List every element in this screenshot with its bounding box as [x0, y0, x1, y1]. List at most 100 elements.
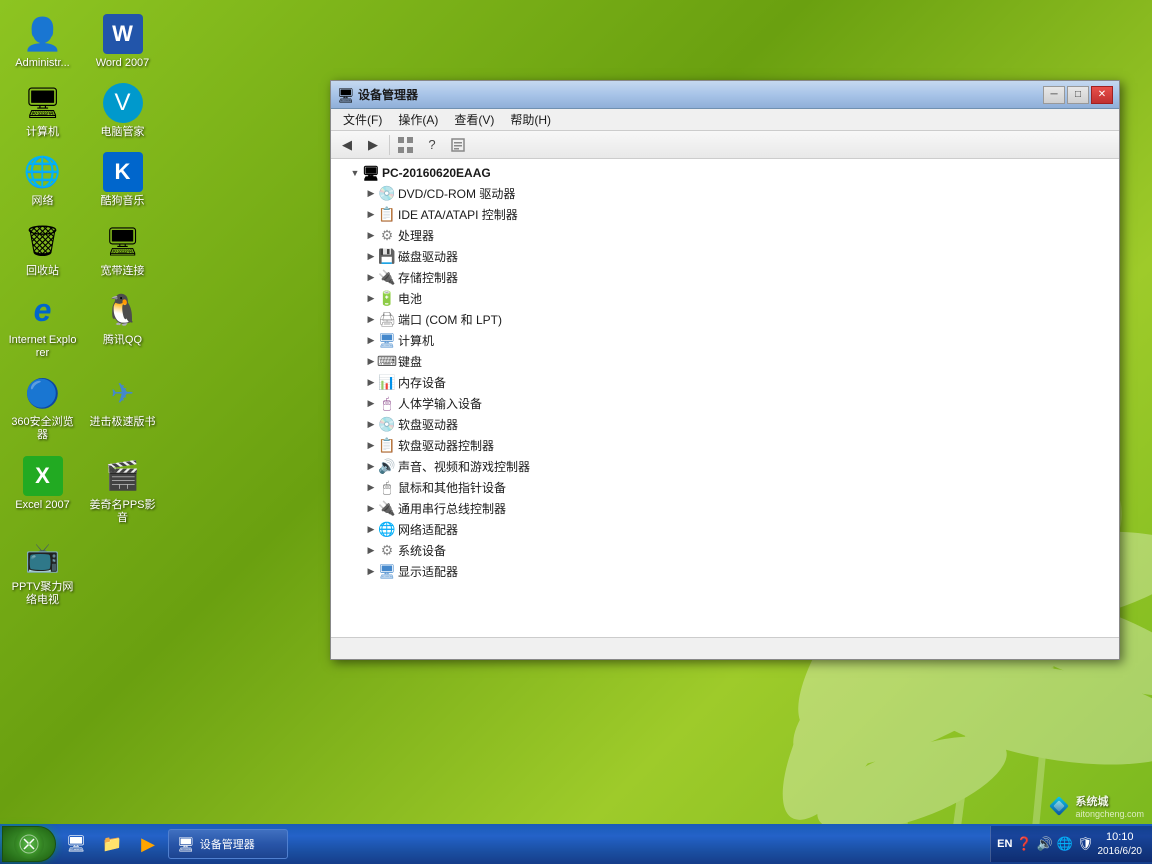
ie-label: Internet Explorer — [7, 334, 78, 360]
recycle-icon: 🗑 — [23, 222, 63, 262]
icon-ie[interactable]: e Internet Explorer — [5, 287, 80, 364]
qqmusic-icon: K — [103, 152, 143, 192]
tree-item-network[interactable]: ▶ 🌐 网络适配器 — [331, 519, 1119, 540]
network-expander[interactable]: ▶ — [363, 522, 379, 538]
tree-item-port[interactable]: ▶ 🖨 端口 (COM 和 LPT) — [331, 309, 1119, 330]
menu-help[interactable]: 帮助(H) — [502, 109, 559, 130]
qqmusic-label: 酷狗音乐 — [101, 195, 145, 208]
icon-pps[interactable]: 🎬 姜奇名PPS影音 — [85, 452, 160, 529]
tree-view-icon — [398, 137, 414, 153]
pc-label: 计算机 — [398, 332, 434, 349]
tray-lang[interactable]: EN — [997, 838, 1012, 850]
tray-network-status[interactable]: 🌐 — [1057, 836, 1073, 852]
icon-pptv[interactable]: 📺 PPTV聚力网络电视 — [5, 534, 80, 611]
icon-broadband[interactable]: 🖥 宽带连接 — [85, 218, 160, 282]
close-button[interactable]: ✕ — [1091, 86, 1113, 104]
jjbooks-icon: ✈ — [103, 373, 143, 413]
tree-item-storage[interactable]: ▶ 🔌 存储控制器 — [331, 267, 1119, 288]
icon-administrator[interactable]: 👤 Administr... — [5, 10, 80, 74]
taskbar-app-devmgr[interactable]: 🖥 设备管理器 — [168, 829, 288, 859]
watermark-brand: 系统城 — [1075, 793, 1144, 809]
tree-item-cpu[interactable]: ▶ ⚙ 处理器 — [331, 225, 1119, 246]
back-button[interactable]: ◀ — [335, 134, 359, 156]
tray-security[interactable]: 🛡 — [1077, 836, 1094, 852]
icon-computer[interactable]: 🖥 计算机 — [5, 79, 80, 143]
maximize-button[interactable]: □ — [1067, 86, 1089, 104]
taskbar-explorer[interactable]: 📁 — [96, 828, 128, 860]
tree-item-pc[interactable]: ▶ 🖥 计算机 — [331, 330, 1119, 351]
floppy-expander[interactable]: ▶ — [363, 417, 379, 433]
network-adapter-icon: 🌐 — [379, 522, 395, 538]
pc-expander[interactable]: ▶ — [363, 333, 379, 349]
tree-item-dvd[interactable]: ▶ 💿 DVD/CD-ROM 驱动器 — [331, 183, 1119, 204]
window-title: 设备管理器 — [358, 86, 1043, 103]
menu-view[interactable]: 查看(V) — [446, 109, 502, 130]
pptv-label: PPTV聚力网络电视 — [7, 581, 78, 607]
icon-diannaoguan[interactable]: V 电脑管家 — [85, 79, 160, 143]
menu-file[interactable]: 文件(F) — [335, 109, 390, 130]
properties-button[interactable] — [446, 134, 470, 156]
disk-expander[interactable]: ▶ — [363, 249, 379, 265]
port-expander[interactable]: ▶ — [363, 312, 379, 328]
icon-360[interactable]: 🔵 360安全浏览器 — [5, 369, 80, 446]
display-expander[interactable]: ▶ — [363, 564, 379, 580]
tree-item-usb[interactable]: ▶ 🔌 通用串行总线控制器 — [331, 498, 1119, 519]
cpu-expander[interactable]: ▶ — [363, 228, 379, 244]
tree-item-ide[interactable]: ▶ 📋 IDE ATA/ATAPI 控制器 — [331, 204, 1119, 225]
forward-button[interactable]: ▶ — [361, 134, 385, 156]
network-icon: 🌐 — [23, 152, 63, 192]
tray-volume[interactable]: 🔊 — [1037, 836, 1053, 852]
tree-item-memory[interactable]: ▶ 📊 内存设备 — [331, 372, 1119, 393]
network-adapter-label: 网络适配器 — [398, 521, 458, 538]
icon-jjbooks[interactable]: ✈ 进击极速版书 — [85, 369, 160, 446]
tree-item-display[interactable]: ▶ 🖥 显示适配器 — [331, 561, 1119, 582]
desktop: 👤 Administr... W Word 2007 🖥 计算机 V 电脑管家 … — [0, 0, 1152, 864]
tree-item-floppy[interactable]: ▶ 💿 软盘驱动器 — [331, 414, 1119, 435]
icon-excel2007[interactable]: X Excel 2007 — [5, 452, 80, 529]
tray-help[interactable]: ❓ — [1016, 836, 1032, 852]
port-icon: 🖨 — [379, 312, 395, 328]
tree-root-item[interactable]: ▼ 🖥 PC-20160620EAAG — [331, 163, 1119, 183]
tree-item-system[interactable]: ▶ ⚙ 系统设备 — [331, 540, 1119, 561]
taskbar-media[interactable]: ▶ — [132, 828, 164, 860]
mouse-expander[interactable]: ▶ — [363, 480, 379, 496]
menu-action[interactable]: 操作(A) — [390, 109, 446, 130]
tree-item-floppy-ctrl[interactable]: ▶ 📋 软盘驱动器控制器 — [331, 435, 1119, 456]
icon-qq[interactable]: 🐧 腾讯QQ — [85, 287, 160, 364]
icon-network[interactable]: 🌐 网络 — [5, 148, 80, 212]
taskbar-show-desktop[interactable]: 🖥 — [60, 828, 92, 860]
tree-item-mouse[interactable]: ▶ 🖱 鼠标和其他指针设备 — [331, 477, 1119, 498]
tree-item-hid[interactable]: ▶ 🖱 人体学输入设备 — [331, 393, 1119, 414]
device-tree[interactable]: ▼ 🖥 PC-20160620EAAG ▶ 💿 DVD/CD-ROM 驱动器 ▶ — [331, 159, 1119, 637]
usb-expander[interactable]: ▶ — [363, 501, 379, 517]
start-button[interactable] — [2, 826, 56, 862]
floppy-ctrl-expander[interactable]: ▶ — [363, 438, 379, 454]
taskbar-app-label: 设备管理器 — [200, 836, 255, 852]
icon-row-8: 📺 PPTV聚力网络电视 — [5, 534, 160, 611]
tree-item-battery[interactable]: ▶ 🔋 电池 — [331, 288, 1119, 309]
icon-row-1: 👤 Administr... W Word 2007 — [5, 10, 160, 74]
sound-expander[interactable]: ▶ — [363, 459, 379, 475]
tree-view-button[interactable] — [394, 134, 418, 156]
battery-expander[interactable]: ▶ — [363, 291, 379, 307]
memory-expander[interactable]: ▶ — [363, 375, 379, 391]
windows-logo — [19, 834, 39, 854]
root-expander[interactable]: ▼ — [347, 165, 363, 181]
tree-item-keyboard[interactable]: ▶ ⌨ 键盘 — [331, 351, 1119, 372]
icon-recycle[interactable]: 🗑 回收站 — [5, 218, 80, 282]
root-label: PC-20160620EAAG — [382, 166, 491, 180]
icon-word2007[interactable]: W Word 2007 — [85, 10, 160, 74]
tree-item-sound[interactable]: ▶ 🔊 声音、视频和游戏控制器 — [331, 456, 1119, 477]
hid-expander[interactable]: ▶ — [363, 396, 379, 412]
tree-item-disk[interactable]: ▶ 💾 磁盘驱动器 — [331, 246, 1119, 267]
help-button[interactable]: ? — [420, 134, 444, 156]
minimize-button[interactable]: ─ — [1043, 86, 1065, 104]
icon-qqmusic[interactable]: K 酷狗音乐 — [85, 148, 160, 212]
storage-expander[interactable]: ▶ — [363, 270, 379, 286]
system-expander[interactable]: ▶ — [363, 543, 379, 559]
system-clock[interactable]: 10:10 2016/6/20 — [1098, 830, 1147, 857]
floppy-icon: 💿 — [379, 417, 395, 433]
icon-row-3: 🌐 网络 K 酷狗音乐 — [5, 148, 160, 212]
ide-expander[interactable]: ▶ — [363, 207, 379, 223]
dvd-expander[interactable]: ▶ — [363, 186, 379, 202]
